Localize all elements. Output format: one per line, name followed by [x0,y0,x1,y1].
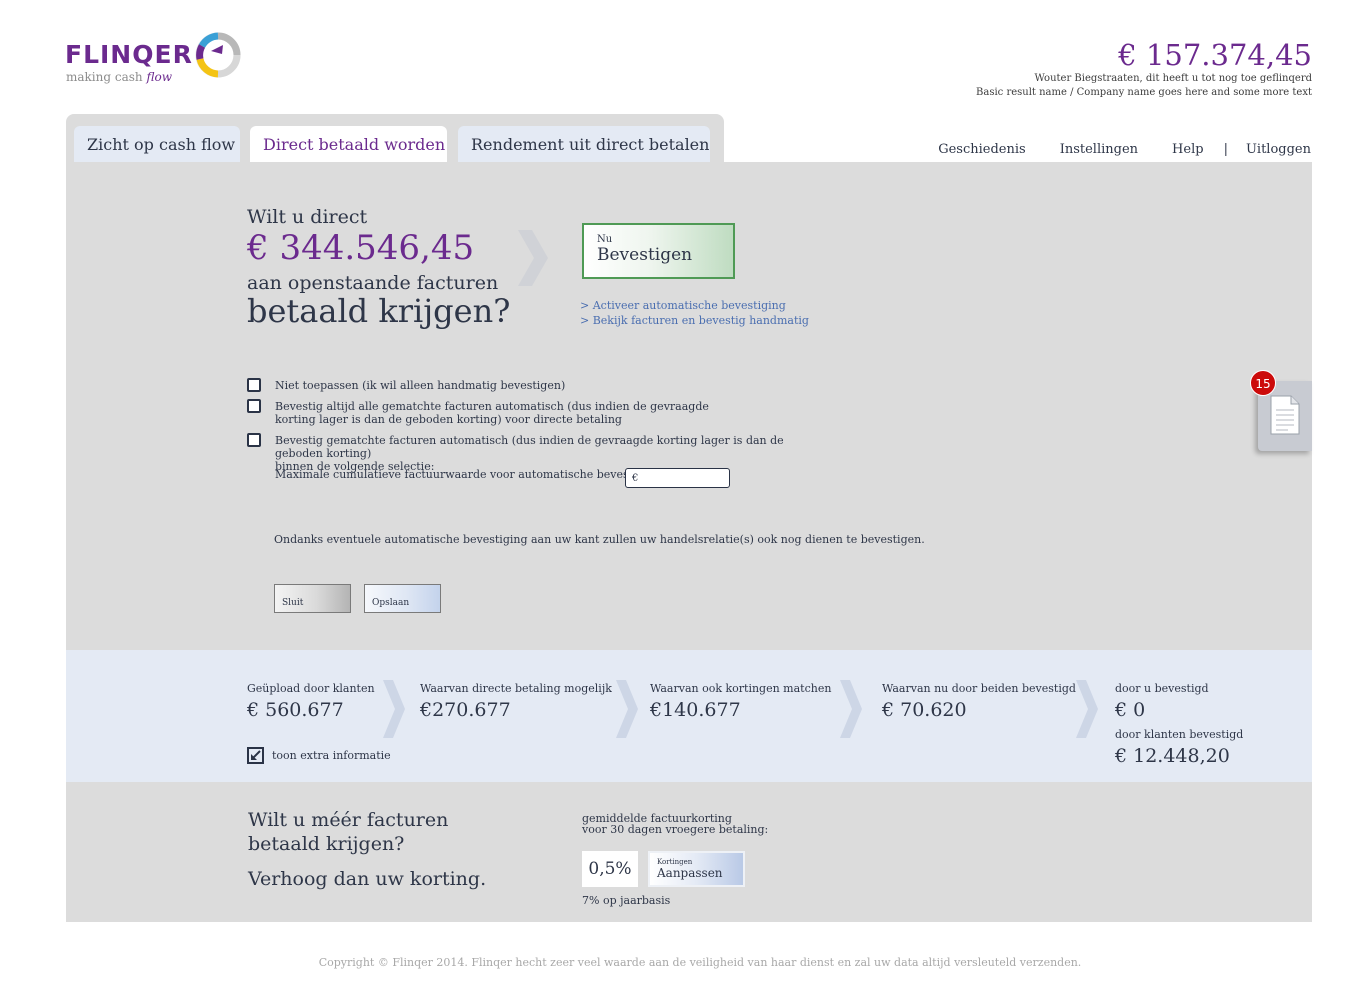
stat-label: door klanten bevestigd [1115,728,1244,741]
checkbox-always-auto[interactable] [247,399,261,413]
total-flinqered-amount: € 157.374,45 [1118,38,1312,72]
max-value-label: Maximale cumulatieve factuurwaarde voor … [275,468,666,481]
option-label: Niet toepassen (ik wil alleen handmatig … [275,379,566,392]
extra-info-toggle[interactable]: toon extra informatie [247,747,391,764]
chevron-right-icon [840,680,862,738]
header-user-line: Wouter Biegstraaten, dit heeft u tot nog… [1034,73,1312,84]
average-discount-label: gemiddelde factuurkorting voor 30 dagen … [582,813,768,835]
checkbox-not-apply[interactable] [247,378,261,392]
main-tabs: Zicht op cash flow Direct betaald worden… [66,114,724,164]
checkbox-auto-selection[interactable] [247,433,261,447]
max-value-input[interactable] [625,468,730,488]
average-discount-label-line2: voor 30 dagen vroegere betaling: [582,823,769,836]
discount-percentage: 0,5% [582,851,638,887]
tagline-emphasis: flow [146,70,172,84]
chevron-right-icon [1076,680,1098,738]
discount-question-line1: Wilt u méér facturen [248,809,449,831]
footer-copyright: Copyright © Flinqer 2014. Flinqer hecht … [318,956,1082,969]
confirm-button-label: Bevestigen [597,245,693,265]
discount-section: Wilt u méér facturen betaald krijgen? Ve… [66,782,1312,922]
confirm-links: > Activeer automatische bevestiging > Be… [580,298,809,328]
stat-label: Waarvan ook kortingen matchen [650,682,832,695]
logo-swirl-icon [195,32,241,78]
logo-wordmark: FLINQER [65,40,193,69]
flinqer-logo[interactable]: FLINQER making cash flow [65,32,255,88]
stat-value: € 560.677 [247,699,344,721]
stat-value: € 12.448,20 [1115,745,1230,767]
question-mid: aan openstaande facturen [247,272,499,294]
confirm-button[interactable]: Nu Bevestigen [582,223,735,279]
discount-question-line2: betaald krijgen? [248,833,405,855]
open-invoices-amount: € 344.546,45 [247,228,475,268]
top-navigation: Geschiedenis Instellingen Help | Uitlogg… [938,142,1311,157]
tab-cash-flow[interactable]: Zicht op cash flow [74,126,240,162]
stat-value: € 70.620 [882,699,967,721]
tab-direct-paid[interactable]: Direct betaald worden [250,126,447,162]
stat-label: Waarvan directe betaling mogelijk [420,682,612,695]
stat-uploaded: Geüpload door klanten € 560.677 [247,682,375,721]
nav-settings[interactable]: Instellingen [1060,142,1138,157]
header-company-line: Basic result name / Company name goes he… [976,87,1312,98]
discount-question: Wilt u méér facturen betaald krijgen? [248,808,448,856]
invoice-stats: Geüpload door klanten € 560.677 Waarvan … [66,650,1312,782]
adjust-discount-button[interactable]: Kortingen Aanpassen [648,851,745,887]
chevron-right-icon [518,230,548,286]
logo-tagline: making cash flow [66,70,172,84]
expand-icon [247,747,264,764]
link-view-invoices[interactable]: > Bekijk facturen en bevestig handmatig [580,313,809,328]
nav-history[interactable]: Geschiedenis [938,142,1025,157]
stat-label: door u bevestigd [1115,682,1209,695]
stat-label: Geüpload door klanten [247,682,375,695]
link-activate-auto-confirm[interactable]: > Activeer automatische bevestiging [580,298,809,313]
stat-confirmation-split: door u bevestigd € 0 door klanten bevest… [1115,682,1243,767]
header-summary: € 157.374,45 Wouter Biegstraaten, dit he… [976,38,1312,100]
annual-rate: 7% op jaarbasis [582,894,671,907]
document-icon [1270,395,1300,435]
option-label: Bevestig altijd alle gematchte facturen … [275,400,709,426]
tab-return[interactable]: Rendement uit direct betalen [458,126,710,162]
question-pre: Wilt u direct [247,206,368,228]
close-button[interactable]: Sluit [274,584,351,613]
stat-discount-match: Waarvan ook kortingen matchen €140.677 [650,682,831,721]
save-button[interactable]: Opslaan [364,584,441,613]
chevron-right-icon [383,680,405,738]
tagline-prefix: making cash [66,70,143,84]
stat-direct-possible: Waarvan directe betaling mogelijk €270.6… [420,682,612,721]
discount-cta: Verhoog dan uw korting. [248,868,487,890]
stat-both-confirmed: Waarvan nu door beiden bevestigd € 70.62… [882,682,1076,721]
stat-value: €270.677 [420,699,511,721]
stat-label: Waarvan nu door beiden bevestigd [882,682,1076,695]
adjust-discount-label: Aanpassen [657,866,723,880]
stat-value: € 0 [1115,699,1146,721]
adjust-discount-small: Kortingen [657,858,693,866]
documents-count-badge: 15 [1250,370,1276,396]
question-big: betaald krijgen? [247,292,511,330]
stat-value: €140.677 [650,699,741,721]
nav-help[interactable]: Help [1172,142,1204,157]
extra-info-label: toon extra informatie [272,749,391,762]
nav-separator: | [1223,142,1228,157]
confirmation-notice: Ondanks eventuele automatische bevestigi… [274,533,925,546]
nav-logout[interactable]: Uitloggen [1246,142,1311,157]
direct-payment-panel: Wilt u direct € 344.546,45 aan openstaan… [66,162,1312,650]
confirm-button-small: Nu [597,234,613,245]
chevron-right-icon [616,680,638,738]
